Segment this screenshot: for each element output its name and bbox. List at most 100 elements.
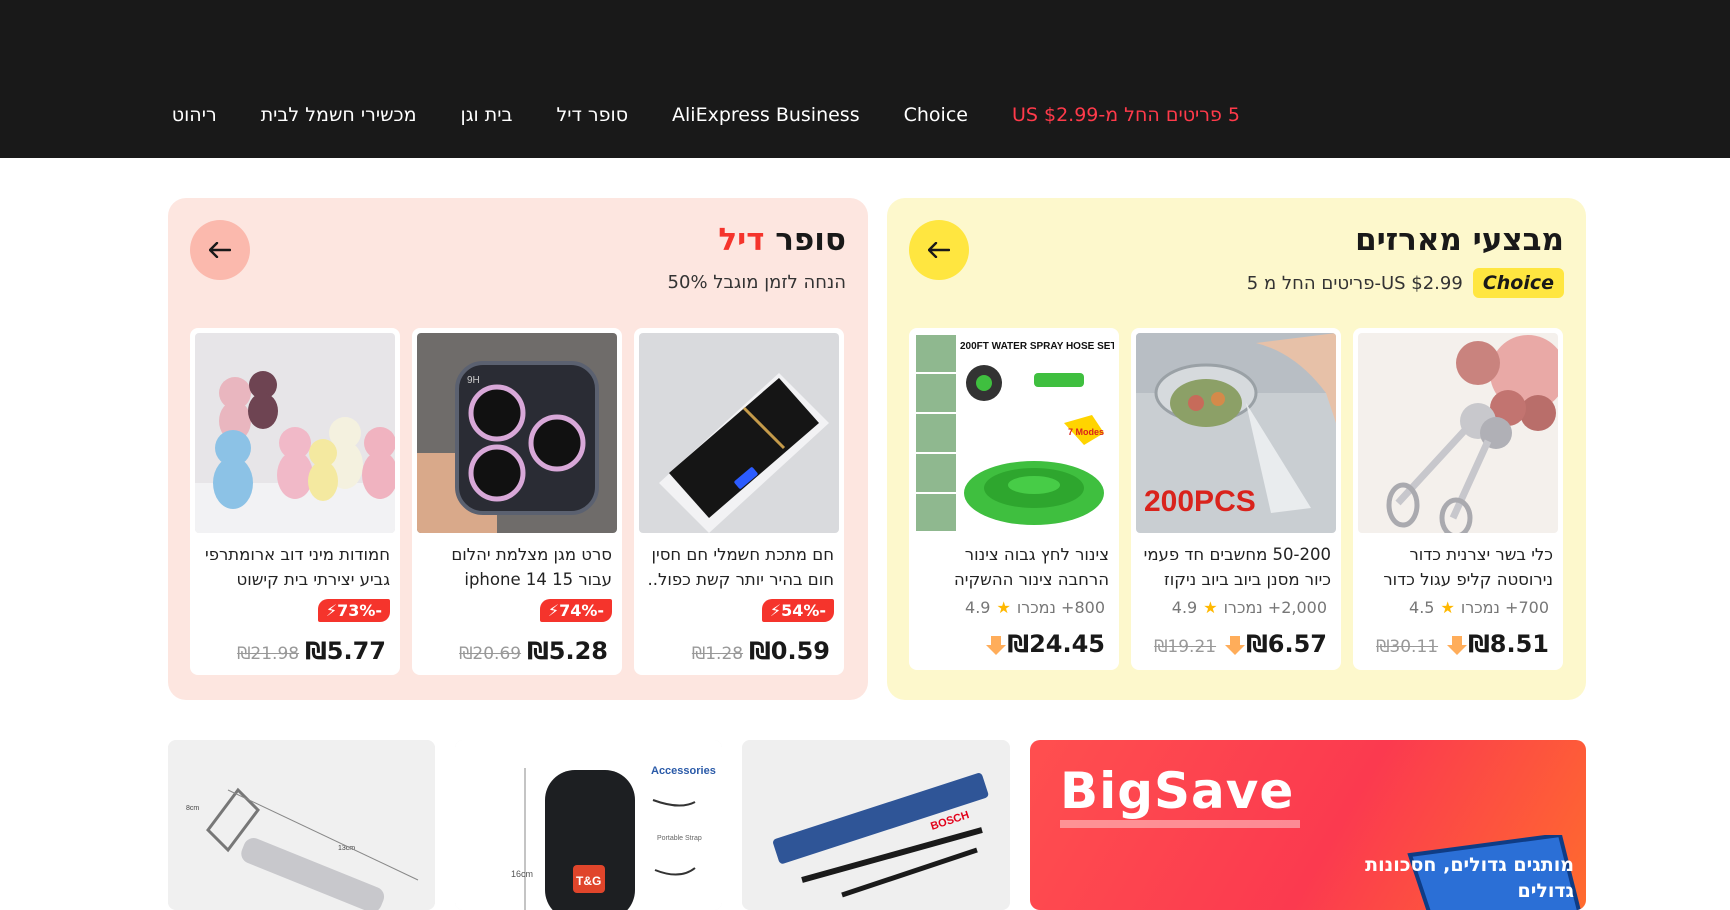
- thumb-text-strap: Portable Strap: [657, 835, 702, 842]
- product-card[interactable]: 200FT WATER SPRAY HOSE SET 7 Modes צינור…: [909, 328, 1119, 670]
- product-image-electric-lighter[interactable]: [639, 333, 839, 533]
- price-row: ₪8.51 ₪30.11: [1376, 630, 1549, 658]
- super-deal-title-accent: דיל: [718, 222, 765, 258]
- price-down-icon: [1447, 636, 1468, 655]
- promo-tile-speaker[interactable]: Accessories T&G 16cm Portable Strap: [455, 740, 722, 910]
- nav-promo-link[interactable]: 5 פריטים החל מ-US $2.99: [1012, 104, 1240, 126]
- promo-tile-wipers[interactable]: BOSCH: [742, 740, 1010, 910]
- choice-badge: Choice: [1472, 268, 1564, 298]
- thumb-text-16cm: 16cm: [511, 869, 533, 879]
- discount-badge: ⚡73%-: [317, 599, 390, 622]
- sale-price: ₪5.28: [527, 637, 608, 665]
- product-title[interactable]: צינור לחץ גבוה צינור הרחבה צינור ההשקיה …: [919, 542, 1109, 592]
- nav-home-garden[interactable]: בית וגן: [461, 104, 513, 126]
- discount-badge: ⚡74%-: [539, 599, 612, 622]
- nav-choice[interactable]: Choice: [904, 104, 968, 126]
- sale-price-value: ₪8.51: [1468, 630, 1549, 658]
- product-card[interactable]: כלי בשר יצרנית כדור נירוסטה קליפ עגול כד…: [1353, 328, 1563, 670]
- star-icon: ★: [996, 598, 1011, 617]
- nav-aliexpress-business[interactable]: AliExpress Business: [672, 104, 860, 126]
- top-header: ריהוט מכשירי חשמל לבית בית וגן סופר דיל …: [0, 0, 1730, 158]
- thumb-text-9h: 9H: [467, 375, 480, 386]
- arrow-left-icon: [209, 242, 231, 258]
- bigsave-underline: [1060, 820, 1300, 828]
- nav-home-appliances[interactable]: מכשירי חשמל לבית: [261, 104, 417, 126]
- star-icon: ★: [1440, 598, 1455, 617]
- rating: 4.9: [1171, 598, 1198, 617]
- discount-value: 73%-: [337, 601, 382, 620]
- discount-value: 54%-: [781, 601, 826, 620]
- original-price: ₪19.21: [1154, 637, 1217, 657]
- bundle-deals-title[interactable]: מבצעי מארזים: [1355, 222, 1564, 258]
- promo-tiles-row: 8cm 13cm Accessories T&G 16cm Portable S…: [168, 740, 1586, 910]
- price-row: ₪5.77 ₪21.98: [237, 637, 386, 665]
- product-card[interactable]: 200PCS 50-200 מחשבים חד פעמי כיור מסנן ב…: [1131, 328, 1341, 670]
- thumb-text-hose-modes: 7 Modes: [1068, 427, 1104, 437]
- product-meta: 800+ נמכרו ★ 4.9: [965, 598, 1105, 617]
- bundle-subtitle: 5 פריטים החל מ-US $2.99: [1246, 272, 1463, 294]
- original-price: ₪1.28: [691, 644, 744, 664]
- sale-price: ₪24.45: [983, 630, 1105, 658]
- product-title[interactable]: חמודות מיני דוב ארומתרפי גביע יצירתי בית…: [200, 542, 390, 592]
- product-title[interactable]: סרט מגן מצלמת יהלום עבור iphone 14 15 בת…: [422, 542, 612, 592]
- sale-price: ₪5.77: [305, 637, 386, 665]
- nav-furniture[interactable]: ריהוט: [172, 104, 217, 126]
- sale-price-value: ₪24.45: [1007, 630, 1105, 658]
- promo-tile-peeler[interactable]: 8cm 13cm: [168, 740, 435, 910]
- bundle-deals-panel: מבצעי מארזים Choice 5 פריטים החל מ-US $2…: [887, 198, 1586, 700]
- super-deal-title[interactable]: סופר דיל: [718, 222, 846, 258]
- thumb-text-hose-banner: 200FT WATER SPRAY HOSE SET: [960, 341, 1114, 352]
- product-image-meatball-maker[interactable]: [1358, 333, 1558, 533]
- product-meta: 700+ נמכרו ★ 4.5: [1409, 598, 1549, 617]
- product-card[interactable]: 9H סרט מגן מצלמת יהלום עבור iphone 14 15…: [412, 328, 622, 675]
- bundle-subline: Choice 5 פריטים החל מ-US $2.99: [1247, 268, 1564, 298]
- product-image-garden-hose[interactable]: 200FT WATER SPRAY HOSE SET 7 Modes: [914, 333, 1114, 533]
- sold-count: 700+ נמכרו: [1460, 598, 1549, 617]
- star-icon: ★: [1203, 598, 1218, 617]
- product-title[interactable]: כלי בשר יצרנית כדור נירוסטה קליפ עגול כד…: [1363, 542, 1553, 592]
- nav-super-deal[interactable]: סופר דיל: [556, 104, 628, 126]
- arrow-left-icon: [928, 242, 950, 258]
- super-deal-product-list: חם מתכת חשמלי חם חסין חום בהיר יותר קשת …: [190, 328, 844, 675]
- super-deal-title-main: סופר: [764, 222, 846, 258]
- rating: 4.5: [1409, 598, 1435, 617]
- original-price: ₪20.69: [459, 644, 522, 664]
- sale-price: ₪6.57: [1222, 630, 1327, 658]
- product-card[interactable]: חם מתכת חשמלי חם חסין חום בהיר יותר קשת …: [634, 328, 844, 675]
- price-row: ₪6.57 ₪19.21: [1154, 630, 1327, 658]
- product-title[interactable]: 50-200 מחשבים חד פעמי כיור מסנן ביוב ביו…: [1141, 542, 1331, 592]
- sold-count: 2,000+ נמכרו: [1223, 598, 1327, 617]
- thumb-text-8cm: 8cm: [186, 805, 199, 812]
- thumb-text-pcs: 200PCS: [1144, 485, 1256, 518]
- product-image-bear-candles[interactable]: [195, 333, 395, 533]
- price-row: ₪5.28 ₪20.69: [459, 637, 608, 665]
- price-row: ₪0.59 ₪1.28: [692, 637, 830, 665]
- price-down-icon: [986, 636, 1007, 655]
- category-nav: ריהוט מכשירי חשמל לבית בית וגן סופר דיל …: [172, 104, 1240, 126]
- super-deal-subline: 50% הנחה לזמן מוגבל: [668, 272, 846, 293]
- sale-price: ₪8.51: [1444, 630, 1549, 658]
- thumb-text-tg: T&G: [576, 874, 601, 888]
- original-price: ₪21.98: [237, 644, 300, 664]
- bigsave-banner[interactable]: BigSave מותגים גדולים, חסכונות גדולים: [1030, 740, 1586, 910]
- bigsave-logo: BigSave: [1060, 762, 1295, 820]
- bundle-deals-arrow-button[interactable]: [909, 220, 969, 280]
- super-deal-panel: סופר דיל 50% הנחה לזמן מוגבל חם מתכת חשמ…: [168, 198, 868, 700]
- price-down-icon: [1225, 636, 1246, 655]
- product-meta: 2,000+ נמכרו ★ 4.9: [1172, 598, 1327, 617]
- product-image-camera-protector[interactable]: 9H: [417, 333, 617, 533]
- product-title[interactable]: חם מתכת חשמלי חם חסין חום בהיר יותר קשת …: [644, 542, 834, 592]
- original-price: ₪30.11: [1376, 637, 1439, 657]
- thumb-text-accessories: Accessories: [651, 765, 716, 777]
- product-image-sink-strainer[interactable]: 200PCS: [1136, 333, 1336, 533]
- rating: 4.9: [965, 598, 991, 617]
- bigsave-caption: מותגים גדולים, חסכונות גדולים: [1365, 854, 1574, 902]
- sale-price: ₪0.59: [749, 637, 830, 665]
- super-deal-subtitle: 50% הנחה לזמן מוגבל: [667, 272, 846, 293]
- bundle-product-list: כלי בשר יצרנית כדור נירוסטה קליפ עגול כד…: [909, 328, 1563, 670]
- product-card[interactable]: חמודות מיני דוב ארומתרפי גביע יצירתי בית…: [190, 328, 400, 675]
- price-row: ₪24.45: [983, 630, 1105, 658]
- sold-count: 800+ נמכרו: [1016, 598, 1105, 617]
- super-deal-arrow-button[interactable]: [190, 220, 250, 280]
- sale-price-value: ₪6.57: [1246, 630, 1327, 658]
